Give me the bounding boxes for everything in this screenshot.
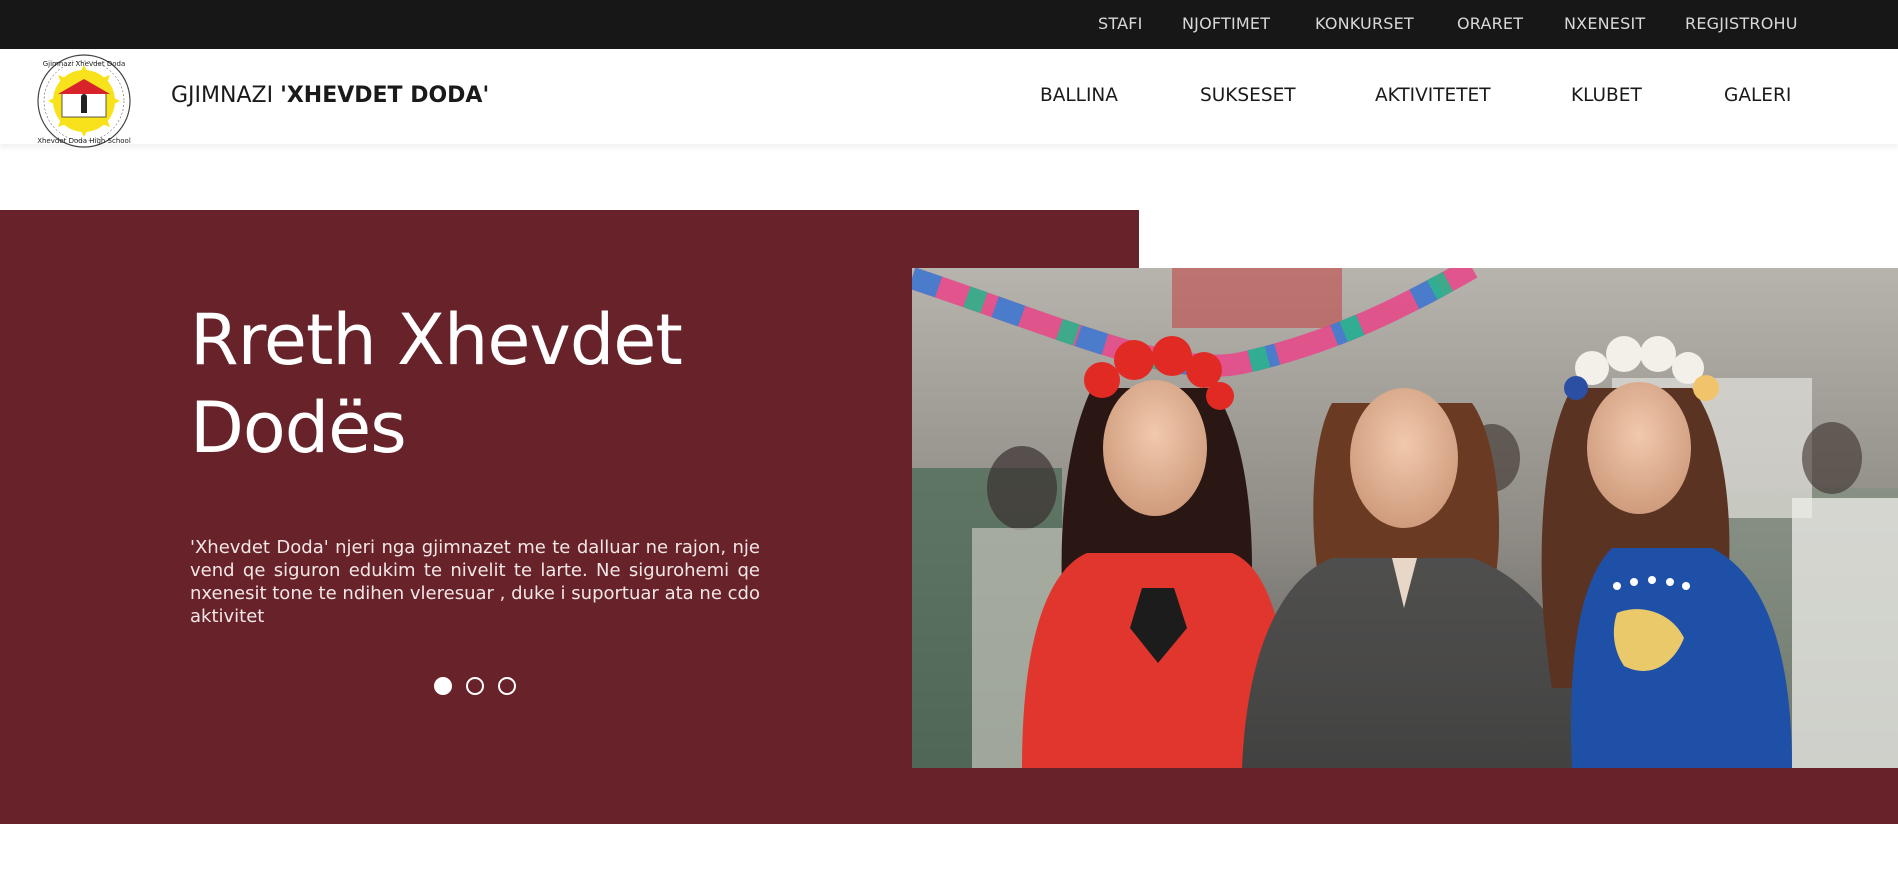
topnav-nxenesit[interactable]: NXENESIT	[1564, 14, 1645, 33]
top-utility-bar: STAFI NJOFTIMET KONKURSET ORARET NXENESI…	[0, 0, 1898, 49]
svg-text:Xhevdet Doda High School: Xhevdet Doda High School	[37, 137, 131, 145]
slider-dot-3[interactable]	[498, 677, 516, 695]
brand-prefix: GJIMNAZI	[171, 83, 281, 108]
nav-galeri[interactable]: GALERI	[1724, 85, 1791, 106]
topnav-stafi[interactable]: STAFI	[1098, 14, 1143, 33]
topnav-njoftimet[interactable]: NJOFTIMET	[1182, 14, 1270, 33]
hero-photo	[912, 268, 1898, 768]
school-logo[interactable]: Gjimnazi Xhevdet Doda Xhevdet Doda High …	[36, 53, 132, 149]
nav-aktivitetet[interactable]: AKTIVITETET	[1375, 85, 1491, 106]
hero-title: Rreth Xhevdet Dodës	[190, 299, 683, 469]
hero-white-notch	[1139, 210, 1898, 268]
brand-name: 'XHEVDET DODA'	[280, 83, 490, 108]
nav-ballina[interactable]: BALLINA	[1040, 85, 1118, 106]
nav-klubet[interactable]: KLUBET	[1571, 85, 1642, 106]
site-brand[interactable]: GJIMNAZI 'XHEVDET DODA'	[171, 83, 489, 108]
slider-dot-1[interactable]	[434, 677, 452, 695]
topnav-oraret[interactable]: ORARET	[1457, 14, 1523, 33]
hero-description: 'Xhevdet Doda' njeri nga gjimnazet me te…	[190, 537, 760, 627]
nav-sukseset[interactable]: SUKSESET	[1200, 85, 1296, 106]
svg-text:Gjimnazi Xhevdet Doda: Gjimnazi Xhevdet Doda	[43, 60, 126, 68]
slider-dot-2[interactable]	[466, 677, 484, 695]
main-header: Gjimnazi Xhevdet Doda Xhevdet Doda High …	[0, 49, 1898, 148]
topnav-regjistrohu[interactable]: REGJISTROHU	[1685, 14, 1798, 33]
topnav-konkurset[interactable]: KONKURSET	[1315, 14, 1414, 33]
